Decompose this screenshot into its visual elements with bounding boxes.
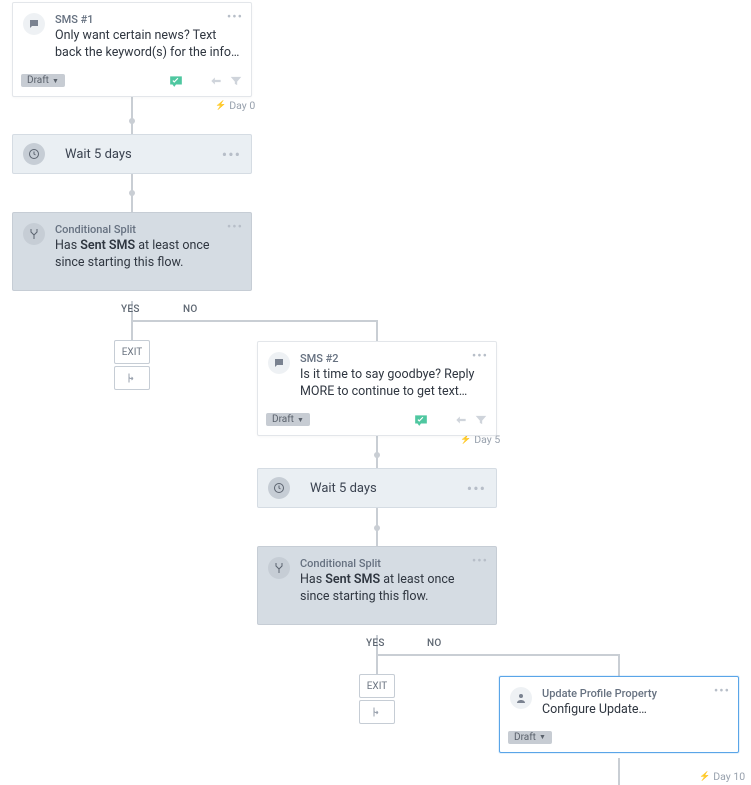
branch-muted-icon[interactable] (454, 413, 468, 427)
caret-down-icon: ▼ (539, 733, 546, 741)
yes1-label: YES (121, 304, 140, 315)
sms2-menu-button[interactable]: ••• (472, 350, 488, 363)
speech-bubble-icon (268, 352, 290, 374)
yes2-label: YES (366, 638, 385, 649)
wait1-text: Wait 5 days (65, 147, 132, 162)
exit1-text: EXIT (122, 347, 143, 358)
sms2-card[interactable]: SMS #2 Is it time to say goodbye? Reply … (257, 341, 497, 436)
update-title: Update Profile Property (542, 687, 728, 700)
branch2-button[interactable] (359, 700, 395, 724)
bolt-icon: ⚡ (460, 435, 471, 445)
wait2-card[interactable]: Wait 5 days ••• (257, 468, 497, 508)
day10-text: Day 10 (713, 770, 745, 783)
speech-bubble-icon (23, 13, 45, 35)
cond2-text: Has Sent SMS at least once since startin… (300, 572, 486, 606)
moon-icon[interactable] (189, 74, 203, 88)
cond2-card[interactable]: Conditional Split Has Sent SMS at least … (257, 546, 497, 625)
sms1-text: Only want certain news? Text back the ke… (55, 28, 241, 62)
bolt-icon: ⚡ (215, 101, 226, 111)
branch1-button[interactable] (114, 366, 150, 390)
day-label-10: ⚡ Day 10 (699, 770, 745, 783)
cond1-bold: Sent SMS (80, 238, 135, 253)
caret-down-icon: ▼ (297, 416, 304, 424)
update-status-badge[interactable]: Draft ▼ (508, 731, 552, 744)
update-card[interactable]: Update Profile Property Configure Update… (499, 676, 739, 753)
cond2-title: Conditional Split (300, 557, 486, 570)
smart-send-icon[interactable] (169, 74, 183, 88)
clock-icon (268, 477, 290, 499)
bolt-icon: ⚡ (699, 772, 710, 782)
wait1-card[interactable]: Wait 5 days ••• (12, 134, 252, 174)
sms1-menu-button[interactable]: ••• (227, 11, 243, 24)
cond1-prefix: Has (55, 238, 80, 253)
wait1-menu-button[interactable]: ••• (222, 145, 241, 164)
cond1-text: Has Sent SMS at least once since startin… (55, 238, 241, 272)
moon-icon[interactable] (434, 413, 448, 427)
branch-icon (126, 372, 138, 384)
smart-send-icon[interactable] (414, 413, 428, 427)
split-icon (268, 557, 290, 579)
cond1-menu-button[interactable]: ••• (227, 221, 243, 234)
clock-icon (23, 143, 45, 165)
sms1-status-badge[interactable]: Draft ▼ (21, 74, 65, 87)
day0-text: Day 0 (229, 99, 255, 112)
split-icon (23, 223, 45, 245)
exit2-button[interactable]: EXIT (359, 674, 395, 698)
update-menu-button[interactable]: ••• (714, 685, 730, 698)
sms2-title: SMS #2 (300, 352, 486, 365)
cond1-title: Conditional Split (55, 223, 241, 236)
wait2-text: Wait 5 days (310, 481, 377, 496)
sms2-text: Is it time to say goodbye? Reply MORE to… (300, 367, 486, 401)
cond2-menu-button[interactable]: ••• (472, 555, 488, 568)
exit2-text: EXIT (367, 681, 388, 692)
day-label-0: ⚡ Day 0 (215, 99, 255, 112)
filter-icon[interactable] (474, 413, 488, 427)
sms1-card[interactable]: SMS #1 Only want certain news? Text back… (12, 2, 252, 97)
update-text: Configure Update… (542, 702, 728, 719)
branch-muted-icon[interactable] (209, 74, 223, 88)
sms1-title: SMS #1 (55, 13, 241, 26)
cond2-bold: Sent SMS (325, 572, 380, 587)
sms1-status-text: Draft (27, 75, 49, 86)
exit1-button[interactable]: EXIT (114, 340, 150, 364)
person-icon (510, 687, 532, 709)
no2-label: NO (427, 638, 442, 649)
update-status-text: Draft (514, 732, 536, 743)
no1-label: NO (183, 304, 198, 315)
cond1-card[interactable]: Conditional Split Has Sent SMS at least … (12, 212, 252, 291)
sms2-status-badge[interactable]: Draft ▼ (266, 413, 310, 426)
cond2-prefix: Has (300, 572, 325, 587)
caret-down-icon: ▼ (52, 77, 59, 85)
branch-icon (371, 706, 383, 718)
sms2-status-text: Draft (272, 414, 294, 425)
wait2-menu-button[interactable]: ••• (467, 479, 486, 498)
filter-icon[interactable] (229, 74, 243, 88)
